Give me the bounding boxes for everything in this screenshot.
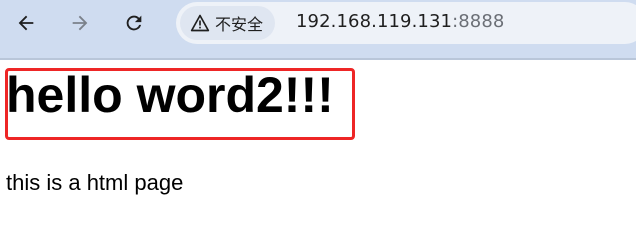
security-status-chip[interactable]: 不安全 — [180, 6, 276, 40]
warning-triangle-icon — [190, 13, 210, 33]
forward-button[interactable] — [63, 6, 97, 40]
arrow-right-icon — [72, 15, 88, 31]
security-label: 不安全 — [215, 15, 264, 34]
url-host: 192.168.119.131 — [296, 11, 453, 32]
arrow-left-icon — [18, 15, 34, 31]
page-heading: hello word2!!! — [6, 67, 334, 123]
reload-button[interactable] — [117, 6, 151, 40]
browser-toolbar: 不安全 192.168.119.131:8888 — [0, 0, 636, 60]
reload-icon — [126, 15, 142, 31]
page-paragraph: this is a html page — [6, 170, 184, 195]
back-button[interactable] — [9, 6, 43, 40]
url-port: :8888 — [452, 11, 505, 32]
address-bar[interactable]: 不安全 192.168.119.131:8888 — [176, 2, 636, 44]
url-text[interactable]: 192.168.119.131:8888 — [296, 11, 504, 32]
